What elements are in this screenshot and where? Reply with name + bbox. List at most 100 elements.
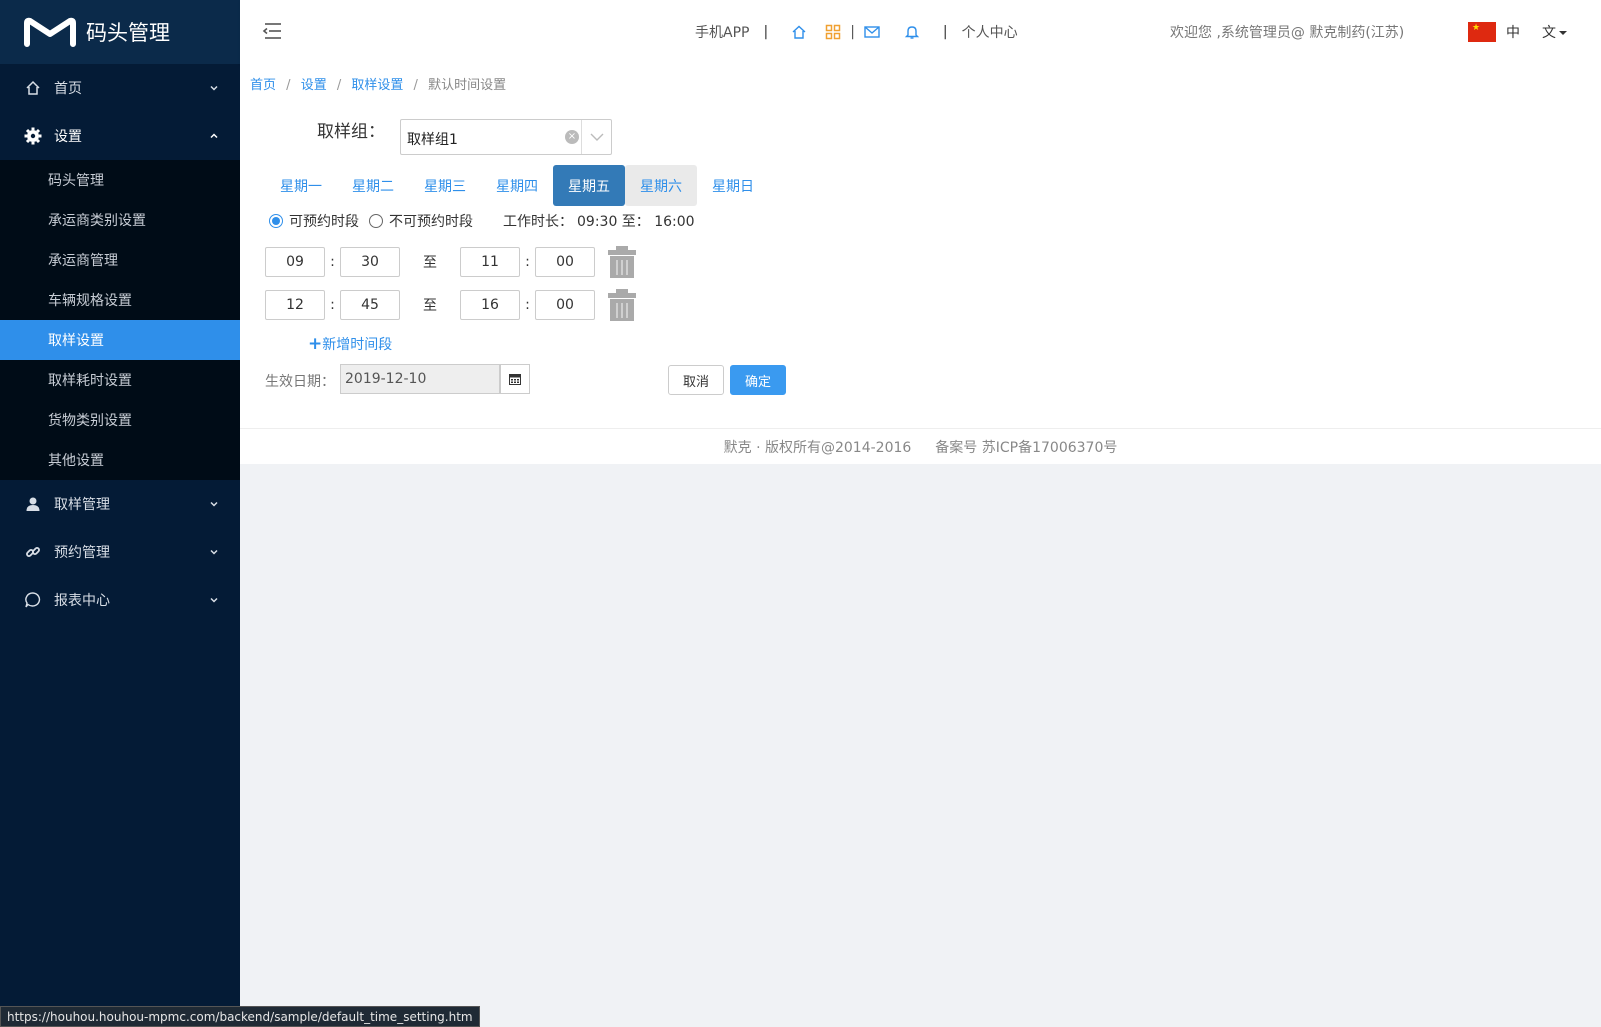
sidebar-item-goods-category[interactable]: 货物类别设置 (0, 400, 240, 440)
browser-status-url: https://houhou.houhou-mpmc.com/backend/s… (0, 1006, 480, 1027)
sidebar-item-other-settings[interactable]: 其他设置 (0, 440, 240, 480)
copyright-text: 默克 · 版权所有@2014-2016 (723, 439, 912, 456)
tab-tuesday[interactable]: 星期二 (337, 165, 409, 206)
start-hour-input[interactable]: 09 (265, 247, 325, 277)
colon: : (330, 297, 335, 313)
add-time-slot-label: 新增时间段 (322, 337, 393, 353)
time-slot-row: 12 : 45 至 16 : 00 (265, 288, 637, 322)
breadcrumb-separator: / (286, 78, 291, 93)
radio-unavailable-label[interactable]: 不可预约时段 (389, 211, 473, 231)
settings-submenu: 码头管理 承运商类别设置 承运商管理 车辆规格设置 取样设置 取样耗时设置 货物… (0, 160, 240, 480)
breadcrumb-separator: / (336, 78, 342, 93)
tab-monday[interactable]: 星期一 (265, 165, 337, 206)
breadcrumb-settings[interactable]: 设置 (301, 78, 327, 93)
breadcrumb-home[interactable]: 首页 (250, 78, 276, 93)
dropdown-toggle[interactable] (581, 120, 611, 154)
tab-saturday[interactable]: 星期六 (625, 165, 697, 206)
separator: | (763, 24, 769, 40)
logo-m-icon (24, 17, 76, 47)
trash-icon[interactable] (607, 245, 637, 279)
trash-icon[interactable] (607, 288, 637, 322)
tab-wednesday[interactable]: 星期三 (409, 165, 481, 206)
calendar-icon[interactable] (500, 364, 530, 394)
colon: : (525, 297, 530, 313)
grid-apps-icon[interactable] (824, 23, 842, 41)
worktime-value: 09:30 至： 16:00 (577, 214, 695, 230)
sidebar: 码头管理 首页 设置 码头管理 承运商类别设置 承运商管理 车辆规格设置 取样设… (0, 0, 240, 1027)
tab-friday[interactable]: 星期五 (553, 165, 625, 206)
slot-type-radios: 可预约时段 不可预约时段 工作时长： 09:30 至： 16:00 (269, 211, 695, 231)
add-time-slot-button[interactable]: +新增时间段 (308, 334, 392, 354)
plus-icon: + (308, 334, 323, 354)
effective-date-input[interactable]: 2019-12-10 (340, 364, 500, 394)
end-minute-input[interactable]: 00 (535, 247, 595, 277)
menu-label: 取样管理 (54, 497, 110, 513)
sidebar-item-carrier-category[interactable]: 承运商类别设置 (0, 200, 240, 240)
chevron-down-icon (210, 549, 218, 555)
sidebar-item-dock-management[interactable]: 码头管理 (0, 160, 240, 200)
radio-unavailable[interactable] (369, 214, 383, 228)
home-icon (24, 79, 42, 97)
clear-icon[interactable]: × (565, 130, 579, 144)
confirm-button[interactable]: 确定 (730, 365, 786, 395)
menu-label: 报表中心 (54, 593, 110, 609)
logo[interactable]: 码头管理 (0, 0, 240, 64)
mail-icon[interactable] (863, 23, 881, 41)
sidebar-item-sample-settings[interactable]: 取样设置 (0, 320, 240, 360)
menu-item-report-center[interactable]: 报表中心 (0, 576, 240, 624)
menu-item-sample-management[interactable]: 取样管理 (0, 480, 240, 528)
breadcrumb-sample-settings[interactable]: 取样设置 (351, 78, 403, 93)
lang-wen[interactable]: 文 (1542, 22, 1567, 42)
start-minute-input[interactable]: 45 (340, 290, 400, 320)
sidebar-item-vehicle-spec[interactable]: 车辆规格设置 (0, 280, 240, 320)
lang-zh[interactable]: 中 (1506, 22, 1520, 42)
sidebar-item-carrier-management[interactable]: 承运商管理 (0, 240, 240, 280)
chat-bubble-icon (24, 591, 42, 609)
separator: | (942, 24, 948, 40)
logo-text: 码头管理 (86, 21, 170, 45)
icp-text: 备案号 苏ICP备17006370号 (935, 439, 1118, 456)
breadcrumb-current: 默认时间设置 (428, 78, 507, 93)
sample-group-value: 取样组1 (407, 132, 458, 148)
end-minute-input[interactable]: 00 (535, 290, 595, 320)
chevron-down-icon (590, 133, 603, 141)
personal-center-link[interactable]: 个人中心 (962, 22, 1018, 42)
sidebar-item-sample-duration[interactable]: 取样耗时设置 (0, 360, 240, 400)
to-label: 至 (423, 255, 437, 271)
menu-collapse-icon[interactable] (262, 22, 282, 40)
start-minute-input[interactable]: 30 (340, 247, 400, 277)
menu-item-booking-management[interactable]: 预约管理 (0, 528, 240, 576)
sample-group-label: 取样组： (317, 122, 385, 142)
tab-thursday[interactable]: 星期四 (481, 165, 553, 206)
menu-item-home[interactable]: 首页 (0, 64, 240, 112)
mobile-app-link[interactable]: 手机APP (695, 22, 749, 42)
gear-icon (24, 127, 42, 145)
radio-available[interactable] (269, 214, 283, 228)
bell-icon[interactable] (903, 23, 921, 41)
welcome-text: 欢迎您 ,系统管理员@ 默克制药(江苏) (1170, 25, 1405, 41)
breadcrumb-separator: / (413, 78, 418, 93)
radio-available-label[interactable]: 可预约时段 (289, 211, 359, 231)
time-slot-row: 09 : 30 至 11 : 00 (265, 245, 637, 279)
breadcrumb: 首页 / 设置 / 取样设置 / 默认时间设置 (250, 74, 506, 93)
footer: 默克 · 版权所有@2014-2016 备案号 苏ICP备17006370号 (240, 428, 1601, 464)
end-hour-input[interactable]: 16 (460, 290, 520, 320)
tab-sunday[interactable]: 星期日 (697, 165, 769, 206)
china-flag-icon[interactable]: ★ (1468, 22, 1496, 42)
menu-label: 首页 (54, 81, 82, 97)
separator: | (850, 24, 855, 40)
start-hour-input[interactable]: 12 (265, 290, 325, 320)
sample-group-select[interactable]: 取样组1 × (400, 119, 612, 155)
cancel-button[interactable]: 取消 (668, 365, 724, 395)
chevron-down-icon (210, 597, 218, 603)
main-content: 首页 / 设置 / 取样设置 / 默认时间设置 取样组： 取样组1 × 星期一 … (240, 64, 1601, 464)
home-icon[interactable] (790, 23, 808, 41)
weekday-tabs: 星期一 星期二 星期三 星期四 星期五 星期六 星期日 (265, 165, 769, 206)
end-hour-input[interactable]: 11 (460, 247, 520, 277)
chevron-down-icon (210, 501, 218, 507)
link-icon (24, 543, 42, 561)
language-switcher[interactable]: ★ 中 文 (1468, 0, 1567, 64)
menu-item-settings[interactable]: 设置 (0, 112, 240, 160)
top-header: 手机APP | | | 个人中心 欢迎您 ,系统管理员@ 默克制药(江苏) ★ … (240, 0, 1601, 64)
colon: : (525, 254, 530, 270)
